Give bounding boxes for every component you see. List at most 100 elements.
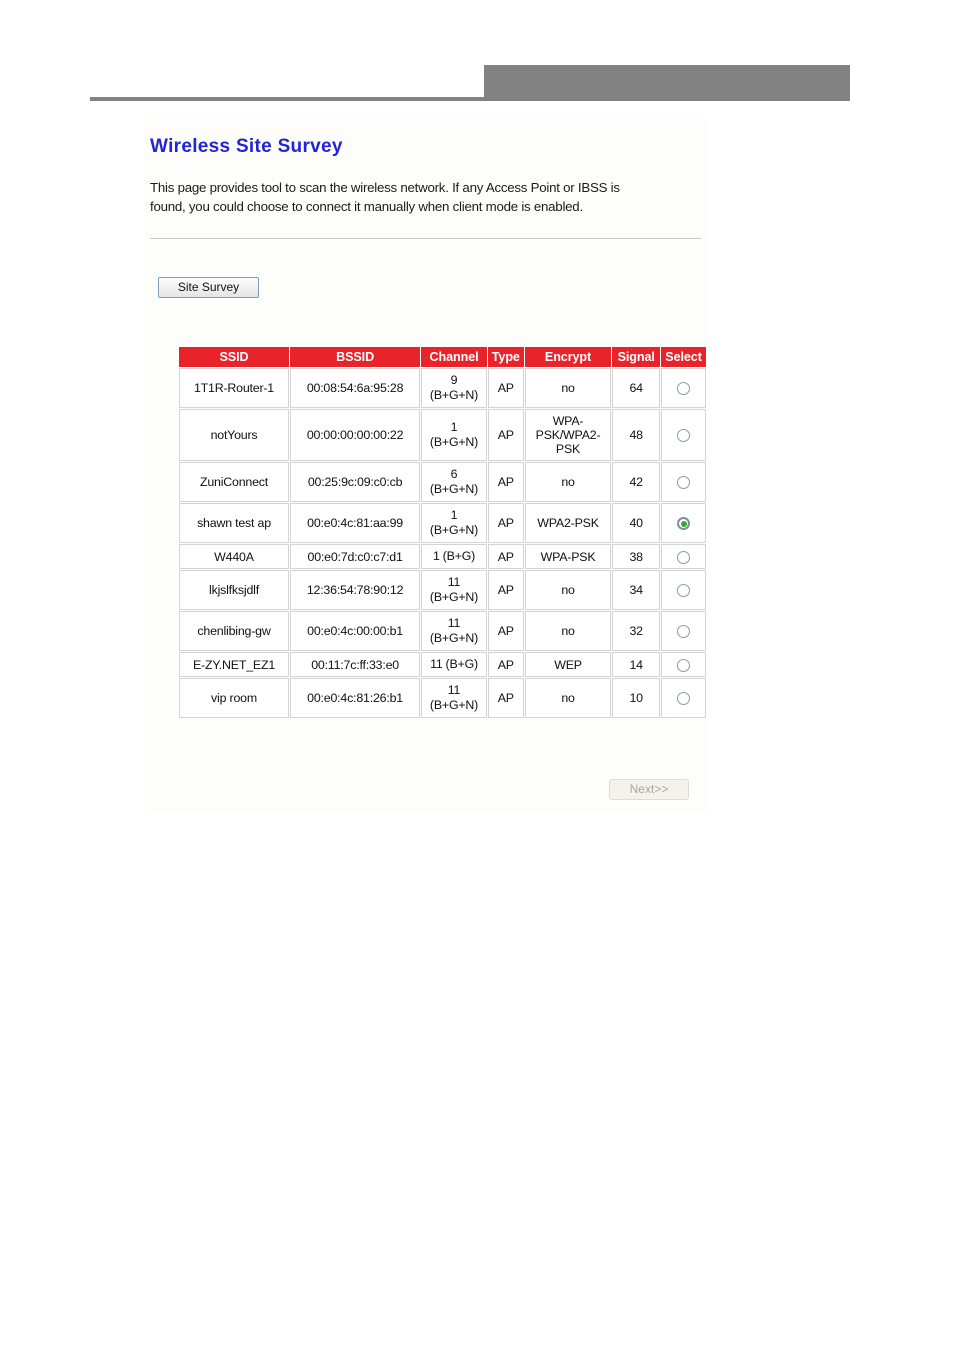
- site-survey-button[interactable]: Site Survey: [158, 277, 259, 298]
- table-row[interactable]: shawn test ap 00:e0:4c:81:aa:99 1 (B+G+N) AP…: [179, 503, 706, 543]
- select-radio-button[interactable]: [677, 429, 691, 443]
- cell-select: [661, 544, 706, 569]
- cell-ssid: W440A: [179, 544, 289, 569]
- cell-ssid: lkjslfksjdlf: [179, 570, 289, 610]
- table-row[interactable]: vip room 00:e0:4c:81:26:b1 11 (B+G+N) AP no 10: [179, 678, 706, 718]
- cell-channel: 6 (B+G+N): [421, 462, 487, 502]
- column-header-select: Select: [661, 347, 706, 367]
- cell-bssid: 00:08:54:6a:95:28: [289, 368, 421, 408]
- cell-encrypt: no: [524, 462, 612, 502]
- cell-channel: 11 (B+G+N): [421, 570, 487, 610]
- table-row[interactable]: 1T1R-Router-1 00:08:54:6a:95:28 9 (B+G+N) AP…: [179, 368, 706, 408]
- cell-bssid: 12:36:54:78:90:12: [289, 570, 421, 610]
- table-row[interactable]: notYours 00:00:00:00:00:22 1 (B+G+N) AP WPA-P…: [179, 409, 706, 461]
- select-radio-button[interactable]: [677, 550, 691, 564]
- cell-signal: 10: [612, 678, 661, 718]
- table-row[interactable]: ZuniConnect 00:25:9c:09:c0:cb 6 (B+G+N) AP no…: [179, 462, 706, 502]
- channel-band: (B+G+N): [429, 482, 479, 496]
- page-title: Wireless Site Survey: [150, 136, 343, 157]
- cell-ssid: ZuniConnect: [179, 462, 289, 502]
- cell-ssid: notYours: [179, 409, 289, 461]
- select-radio-button[interactable]: [677, 382, 691, 396]
- cell-channel: 11 (B+G+N): [421, 611, 487, 651]
- channel-band: (B+G): [442, 549, 476, 563]
- channel-number: 1: [432, 549, 440, 563]
- cell-encrypt: WPA-PSK: [524, 544, 612, 569]
- cell-bssid: 00:e0:4c:81:aa:99: [289, 503, 421, 543]
- channel-number: 11: [447, 575, 461, 589]
- cell-channel: 11 (B+G+N): [421, 678, 487, 718]
- channel-band: (B+G+N): [429, 523, 479, 537]
- cell-ssid: E-ZY.NET_EZ1: [179, 652, 289, 677]
- table-header-row: SSID BSSID Channel Type Encrypt Signal S…: [179, 347, 706, 367]
- column-header-type: Type: [487, 347, 524, 367]
- cell-encrypt: no: [524, 570, 612, 610]
- table-row[interactable]: W440A 00:e0:7d:c0:c7:d1 1 (B+G) AP WPA-PSK 38: [179, 544, 706, 569]
- cell-channel: 1 (B+G+N): [421, 503, 487, 543]
- select-radio-button[interactable]: [677, 517, 691, 531]
- cell-select: [661, 368, 706, 408]
- content-panel: Wireless Site Survey This page provides …: [145, 118, 707, 813]
- cell-signal: 40: [612, 503, 661, 543]
- next-button[interactable]: Next>>: [609, 779, 689, 800]
- column-header-encrypt: Encrypt: [524, 347, 612, 367]
- cell-type: AP: [487, 652, 524, 677]
- select-radio-button[interactable]: [677, 692, 691, 706]
- column-header-bssid: BSSID: [289, 347, 421, 367]
- select-radio-button[interactable]: [677, 658, 691, 672]
- channel-band: (B+G): [445, 657, 479, 671]
- cell-type: AP: [487, 544, 524, 569]
- cell-signal: 64: [612, 368, 661, 408]
- table-row[interactable]: chenlibing-gw 00:e0:4c:00:00:b1 11 (B+G+N) A…: [179, 611, 706, 651]
- cell-type: AP: [487, 368, 524, 408]
- cell-channel: 11 (B+G): [421, 652, 487, 677]
- cell-encrypt: no: [524, 611, 612, 651]
- cell-signal: 34: [612, 570, 661, 610]
- channel-number: 11: [447, 616, 461, 630]
- cell-type: AP: [487, 570, 524, 610]
- channel-band: (B+G+N): [429, 590, 479, 604]
- cell-bssid: 00:e0:4c:00:00:b1: [289, 611, 421, 651]
- channel-number: 11: [430, 657, 443, 671]
- cell-encrypt: no: [524, 678, 612, 718]
- column-header-signal: Signal: [612, 347, 661, 367]
- cell-type: AP: [487, 409, 524, 461]
- cell-channel: 9 (B+G+N): [421, 368, 487, 408]
- table-row[interactable]: lkjslfksjdlf 12:36:54:78:90:12 11 (B+G+N) AP…: [179, 570, 706, 610]
- channel-number: 6: [450, 467, 458, 481]
- cell-bssid: 00:e0:4c:81:26:b1: [289, 678, 421, 718]
- cell-signal: 42: [612, 462, 661, 502]
- cell-signal: 14: [612, 652, 661, 677]
- cell-channel: 1 (B+G): [421, 544, 487, 569]
- channel-band: (B+G+N): [429, 631, 479, 645]
- cell-encrypt: no: [524, 368, 612, 408]
- cell-type: AP: [487, 678, 524, 718]
- cell-encrypt: WPA2-PSK: [524, 503, 612, 543]
- cell-select: [661, 503, 706, 543]
- cell-signal: 38: [612, 544, 661, 569]
- site-survey-results-table: SSID BSSID Channel Type Encrypt Signal S…: [178, 346, 707, 719]
- cell-ssid: chenlibing-gw: [179, 611, 289, 651]
- cell-type: AP: [487, 503, 524, 543]
- page-description: This page provides tool to scan the wire…: [150, 180, 620, 214]
- channel-number: 9: [450, 373, 458, 387]
- cell-bssid: 00:11:7c:ff:33:e0: [289, 652, 421, 677]
- select-radio-button[interactable]: [677, 476, 691, 490]
- cell-signal: 48: [612, 409, 661, 461]
- table-row[interactable]: E-ZY.NET_EZ1 00:11:7c:ff:33:e0 11 (B+G) AP WE…: [179, 652, 706, 677]
- cell-bssid: 00:e0:7d:c0:c7:d1: [289, 544, 421, 569]
- section-divider: [150, 238, 701, 239]
- select-radio-button[interactable]: [677, 625, 691, 639]
- column-header-ssid: SSID: [179, 347, 289, 367]
- cell-select: [661, 611, 706, 651]
- banner-gray-block: [484, 65, 850, 101]
- channel-band: (B+G+N): [429, 388, 479, 402]
- cell-select: [661, 462, 706, 502]
- cell-encrypt: WPA-PSK/WPA2-PSK: [524, 409, 612, 461]
- channel-number: 1: [450, 420, 458, 434]
- select-radio-button[interactable]: [677, 584, 691, 598]
- cell-type: AP: [487, 462, 524, 502]
- banner-horizontal-rule: [90, 97, 484, 101]
- channel-band: (B+G+N): [429, 698, 479, 712]
- channel-band: (B+G+N): [429, 435, 479, 449]
